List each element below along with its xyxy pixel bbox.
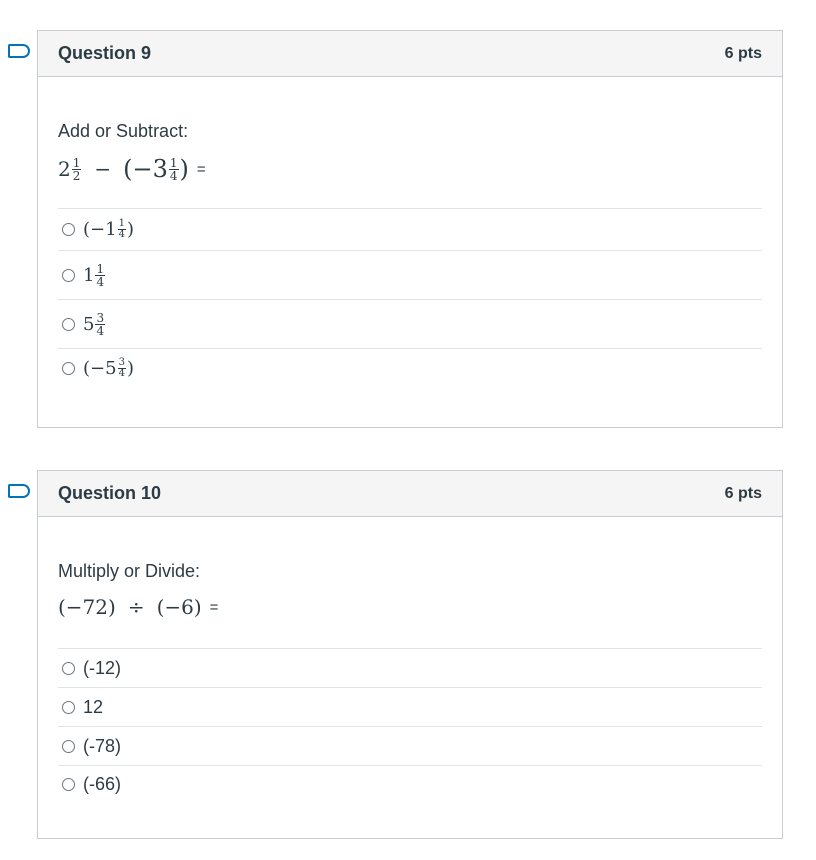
question-header: Question 10 6 pts [38, 471, 782, 517]
expr-operator: − [94, 157, 112, 181]
expr-numerator: 1 [71, 155, 82, 170]
answer-list: (-12) 12 (-78) (-66) [58, 648, 762, 802]
expr-close: ) [179, 155, 189, 183]
expr-operator: ÷ [127, 595, 145, 619]
question-body: Multiply or Divide: (−72) ÷ (−6) = (-12)… [38, 561, 782, 802]
answer-denominator: 4 [96, 323, 105, 338]
question-title: Question 9 [58, 43, 152, 63]
answer-label: (-66) [83, 773, 122, 794]
question-expression: 2 1 2 − (−3 1 4 ) = [58, 154, 762, 184]
expr-open: (−3 [123, 155, 168, 183]
answer-fraction: 1 4 [117, 219, 126, 240]
answer-option[interactable]: 12 [58, 688, 762, 727]
expr-denominator: 4 [169, 168, 178, 183]
answer-numerator: 3 [95, 310, 106, 325]
expr-denominator: 2 [72, 168, 81, 183]
answer-label: (-12) [83, 657, 122, 678]
radio-button[interactable] [62, 223, 75, 236]
answer-option[interactable]: (−1 1 4 ) [58, 209, 762, 251]
expr-equals: = [196, 160, 206, 178]
expr-fraction: 1 2 [71, 155, 82, 183]
radio-button[interactable] [62, 700, 75, 714]
answer-denominator: 4 [118, 367, 125, 379]
answer-option[interactable]: 1 1 4 [58, 251, 762, 300]
question-card: Question 10 6 pts Multiply or Divide: (−… [37, 470, 783, 839]
answer-denominator: 4 [96, 274, 105, 289]
answer-open: (−5 [83, 357, 117, 379]
question-points: 6 pts [724, 484, 762, 502]
answer-list: (−1 1 4 ) 1 1 4 5 3 4 (−5 3 4) [58, 208, 762, 387]
flag-question-icon[interactable] [8, 484, 30, 498]
answer-value: 1 1 4 [83, 263, 106, 288]
radio-button[interactable] [62, 661, 75, 675]
answer-label: (-78) [83, 735, 122, 756]
answer-option[interactable]: 5 3 4 [58, 300, 762, 349]
question-title: Question 10 [58, 483, 162, 503]
answer-option[interactable]: (-78) [58, 727, 762, 766]
answer-value: 5 3 4 [83, 312, 106, 337]
question-body: Add or Subtract: 2 1 2 − (−3 1 4 ) = (−1… [38, 121, 782, 387]
question-prompt: Multiply or Divide: [58, 561, 201, 581]
answer-option[interactable]: (−5 3 4 ) [58, 349, 762, 387]
question-points: 6 pts [724, 44, 762, 62]
expr-fraction: 1 4 [168, 155, 179, 183]
radio-button[interactable] [62, 317, 75, 331]
radio-button[interactable] [62, 739, 75, 753]
answer-denominator: 4 [118, 229, 125, 240]
answer-whole: 1 [83, 264, 95, 286]
answer-value: (−5 3 4 ) [83, 356, 134, 379]
answer-close: ) [126, 219, 134, 240]
answer-open: (−1 [83, 219, 117, 240]
question-prompt: Add or Subtract: [58, 121, 189, 141]
question-expression: (−72) ÷ (−6) = [58, 594, 762, 620]
answer-whole: 5 [83, 313, 95, 335]
answer-value: (−1 1 4 ) [83, 219, 134, 241]
question-card: Question 9 6 pts Add or Subtract: 2 1 2 … [37, 30, 783, 428]
expr-right: (−6) [156, 595, 202, 619]
answer-label: 12 [83, 696, 104, 717]
answer-fraction: 3 4 [95, 310, 106, 338]
answer-numerator: 1 [95, 261, 106, 276]
answer-fraction: 3 4 [117, 356, 126, 379]
question-header: Question 9 6 pts [38, 31, 782, 77]
flag-question-icon[interactable] [8, 44, 30, 58]
answer-option[interactable]: (-66) [58, 766, 762, 802]
answer-numerator: 3 [117, 356, 126, 369]
expr-numerator: 1 [168, 155, 179, 170]
answer-option[interactable]: (-12) [58, 649, 762, 688]
radio-button[interactable] [62, 777, 75, 791]
answer-close: ) [126, 357, 134, 379]
radio-button[interactable] [62, 361, 75, 375]
expr-whole: 2 [58, 157, 71, 181]
expr-equals: = [209, 598, 219, 616]
radio-button[interactable] [62, 268, 75, 282]
answer-fraction: 1 4 [95, 261, 106, 289]
expr-left: (−72) [58, 595, 116, 619]
